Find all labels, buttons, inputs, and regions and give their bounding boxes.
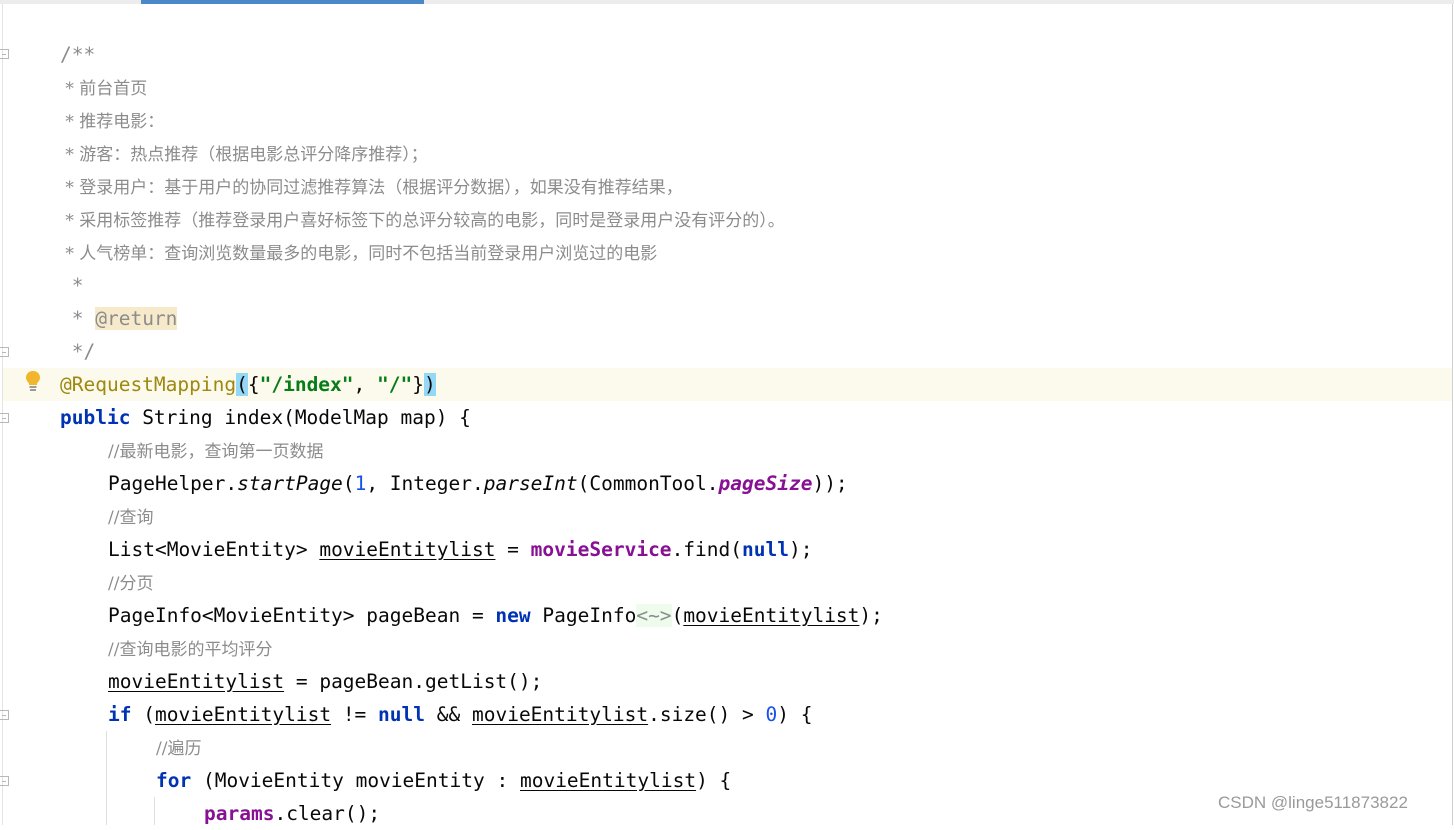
code-line[interactable]: movieEntitylist = pageBean.getList();	[108, 665, 542, 698]
code-line[interactable]: */	[60, 335, 96, 368]
code-line[interactable]: * 采用标签推荐（推荐登录用户喜好标签下的总评分较高的电影，同时是登录用户没有评…	[60, 203, 785, 236]
code-text: , Integer.	[366, 472, 484, 495]
code-text: (MovieEntity movieEntity :	[191, 769, 520, 792]
code-line[interactable]: * @return	[60, 302, 178, 335]
code-text: .find(	[671, 538, 743, 561]
code-text: ) {	[777, 703, 813, 726]
code-line[interactable]: //分页	[108, 566, 153, 599]
keyword: for	[156, 769, 192, 792]
fold-marker-icon[interactable]	[0, 710, 9, 720]
code-text: (	[671, 604, 684, 627]
code-text: !=	[331, 703, 379, 726]
variable: movieEntitylist	[683, 604, 860, 627]
code-line[interactable]: * 人气榜单：查询浏览数量最多的电影，同时不包括当前登录用户浏览过的电影	[60, 236, 657, 269]
code-line[interactable]: PageHelper.startPage(1, Integer.parseInt…	[108, 467, 848, 500]
variable: movieEntitylist	[319, 538, 496, 561]
code-line[interactable]: * 游客：热点推荐（根据电影总评分降序推荐）；	[60, 137, 428, 170]
doc-comment: * 推荐电影：	[60, 112, 165, 132]
doc-comment: */	[60, 340, 96, 363]
static-method: parseInt	[483, 472, 578, 495]
variable: movieEntitylist	[519, 769, 697, 792]
code-text: .size() >	[648, 703, 766, 726]
fold-marker-icon[interactable]	[0, 347, 9, 357]
keyword: public	[60, 406, 131, 429]
editor-right-border	[1452, 4, 1453, 825]
indent-guide	[106, 731, 107, 825]
code-text: List<MovieEntity>	[108, 538, 320, 561]
field: movieService	[530, 538, 672, 561]
code-text: PageInfo	[530, 604, 637, 627]
code-text: = pageBean.getList();	[284, 670, 543, 693]
code-line[interactable]: *	[60, 269, 84, 302]
bracket-highlight: )	[424, 373, 436, 396]
doc-comment: * 游客：热点推荐（根据电影总评分降序推荐）；	[60, 145, 428, 165]
code-text: =	[495, 538, 531, 561]
code-text: );	[788, 538, 813, 561]
code-line[interactable]: for (MovieEntity movieEntity : movieEnti…	[156, 764, 731, 797]
code-text: );	[859, 604, 883, 627]
code-line[interactable]: * 推荐电影：	[60, 104, 164, 137]
string-literal: "/"	[377, 373, 413, 396]
doc-comment: /**	[60, 43, 96, 66]
watermark: CSDN @linge511873822	[1218, 793, 1408, 812]
code-text: ) {	[696, 769, 732, 792]
variable: movieEntitylist	[471, 703, 649, 726]
keyword: new	[495, 604, 531, 627]
diamond-operator: <~>	[636, 604, 672, 627]
code-text: &&	[425, 703, 472, 726]
code-line[interactable]: if (movieEntitylist != null && movieEnti…	[108, 698, 812, 731]
code-text: (CommonTool.	[577, 472, 719, 495]
static-field: pageSize	[718, 472, 813, 495]
code-text: ));	[812, 472, 848, 495]
intention-bulb-icon[interactable]	[25, 370, 41, 396]
keyword: null	[378, 703, 426, 726]
code-line[interactable]: //最新电影，查询第一页数据	[108, 434, 323, 467]
code-line[interactable]: PageInfo<MovieEntity> pageBean = new Pag…	[108, 599, 883, 632]
line-comment: //查询电影的平均评分	[108, 640, 273, 660]
code-line[interactable]: //遍历	[156, 731, 201, 764]
doc-tag-return: @return	[95, 307, 178, 330]
field: params	[204, 802, 275, 825]
code-text: PageHelper.	[108, 472, 238, 495]
code-text: .clear();	[274, 802, 381, 825]
keyword: if	[108, 703, 132, 726]
fold-marker-icon[interactable]	[0, 49, 9, 59]
string-literal: "/index"	[259, 373, 354, 396]
doc-comment: * 人气榜单：查询浏览数量最多的电影，同时不包括当前登录用户浏览过的电影	[60, 244, 658, 264]
doc-comment: *	[60, 307, 96, 330]
code-line[interactable]: * 登录用户：基于用户的协同过滤推荐算法（根据评分数据），如果没有推荐结果，	[60, 170, 683, 203]
code-text: PageInfo<MovieEntity> pageBean =	[108, 604, 496, 627]
fold-marker-icon[interactable]	[0, 413, 9, 423]
static-method: startPage	[237, 472, 343, 495]
doc-comment: * 采用标签推荐（推荐登录用户喜好标签下的总评分较高的电影，同时是登录用户没有评…	[60, 211, 785, 231]
keyword: null	[742, 538, 789, 561]
code-line[interactable]: * 前台首页	[60, 71, 147, 104]
code-line[interactable]: public String index(ModelMap map) {	[60, 401, 471, 434]
line-comment: //最新电影，查询第一页数据	[108, 442, 324, 462]
doc-comment: * 登录用户：基于用户的协同过滤推荐算法（根据评分数据），如果没有推荐结果，	[60, 178, 683, 198]
doc-comment: *	[60, 274, 84, 297]
code-text: String index(ModelMap map) {	[130, 406, 471, 429]
number-literal: 0	[765, 703, 778, 726]
code-line[interactable]: //查询电影的平均评分	[108, 632, 272, 665]
active-tab-indicator[interactable]	[141, 0, 424, 4]
indent-guide	[154, 797, 155, 825]
line-comment: //查询	[108, 508, 154, 528]
number-literal: 1	[354, 472, 367, 495]
code-text: (	[131, 703, 155, 726]
fold-marker-icon[interactable]	[0, 776, 9, 786]
code-line[interactable]: List<MovieEntity> movieEntitylist = movi…	[108, 533, 812, 566]
code-line[interactable]: //查询	[108, 500, 153, 533]
code-line[interactable]: params.clear();	[204, 797, 380, 830]
bracket-highlight: (	[236, 373, 248, 396]
doc-comment: * 前台首页	[60, 79, 148, 99]
line-comment: //分页	[108, 574, 154, 594]
variable: movieEntitylist	[108, 670, 285, 693]
variable: movieEntitylist	[154, 703, 332, 726]
annotation-request-mapping: @RequestMapping	[60, 373, 237, 396]
code-line-current[interactable]: @RequestMapping({"/index", "/"})	[60, 368, 436, 401]
code-line[interactable]: /**	[60, 38, 95, 71]
line-comment: //遍历	[156, 739, 202, 759]
